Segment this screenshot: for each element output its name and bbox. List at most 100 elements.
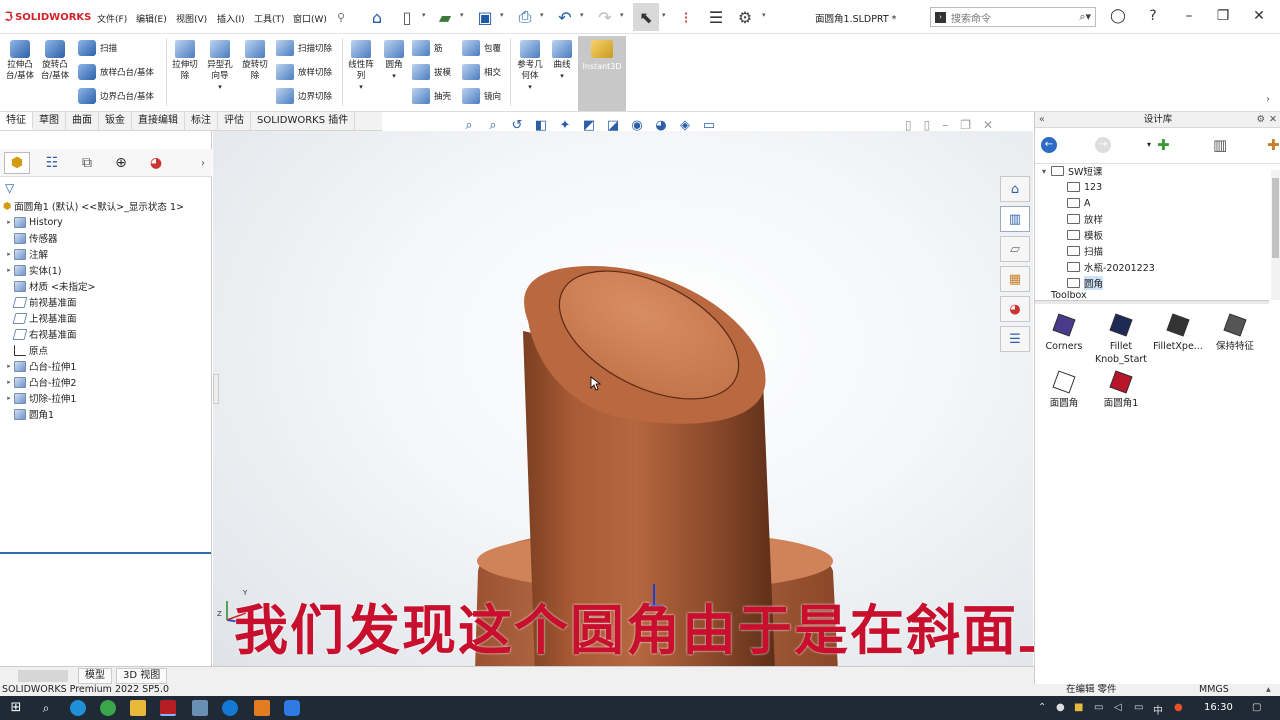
input-method-indicator[interactable]: 中 (1153, 702, 1163, 717)
previous-view-icon[interactable]: ↺ (508, 118, 526, 134)
library-folder[interactable]: 扫描 (1067, 243, 1103, 259)
pane-options-icon[interactable]: ⚙ (1256, 112, 1265, 127)
select-dropdown-icon[interactable]: ▾ (662, 11, 666, 19)
add-to-library-icon[interactable]: ✚ (1157, 136, 1170, 154)
back-icon[interactable]: ← (1041, 137, 1057, 153)
menu-edit[interactable]: 编辑(E) (136, 12, 167, 25)
select-icon[interactable]: ⬉ (633, 3, 659, 31)
collapse-pane-icon[interactable]: « (1039, 112, 1045, 127)
doc-minimize-icon[interactable]: – (942, 118, 948, 132)
tab-3d-views[interactable]: 3D 视图 (116, 667, 168, 684)
expand-arrow-icon[interactable]: ▸ (4, 394, 14, 402)
library-scrollbar[interactable] (1271, 170, 1280, 300)
tree-root-part[interactable]: ⬢ 面圆角1 (默认) <<默认>_显示状态 1> (3, 198, 184, 214)
linear-pattern-dropdown-icon[interactable]: ▾ (359, 82, 363, 93)
tab-model[interactable]: 模型 (78, 667, 112, 684)
tray-overflow-icon[interactable]: ⌃ (1038, 702, 1046, 713)
redo-icon[interactable]: ↷ (594, 6, 616, 28)
curves-dropdown-icon[interactable]: ▾ (560, 71, 564, 82)
zoom-to-area-icon[interactable]: ⌕ (484, 118, 502, 134)
fillet-button[interactable]: 圆角 ▾ (380, 40, 408, 82)
extruded-cut-button[interactable]: 拉伸切除 (170, 40, 200, 82)
apply-scene-icon[interactable]: ◈ (676, 118, 694, 134)
library-folder[interactable]: 放样 (1067, 211, 1103, 227)
configuration-manager-tab-icon[interactable]: ⧉ (74, 152, 100, 174)
notification-icon[interactable]: ▢ (1252, 702, 1261, 713)
menu-view[interactable]: 视图(V) (176, 12, 207, 25)
start-icon[interactable]: ⊞ (8, 700, 24, 716)
tree-item[interactable]: 原点 (4, 342, 48, 358)
unit-system[interactable]: MMGS (1199, 684, 1229, 696)
file-properties-icon[interactable]: ☰ (705, 6, 727, 28)
instant3d-button[interactable]: Instant3D (578, 36, 626, 111)
library-splitter[interactable] (1035, 300, 1269, 304)
revolve-boss-button[interactable]: 旋转凸台/基体 (38, 40, 72, 82)
volume-icon[interactable]: ◁ (1114, 702, 1122, 713)
help-icon[interactable]: ? (1142, 8, 1164, 24)
tab-addins[interactable]: SOLIDWORKS 插件 (251, 112, 356, 130)
tree-item[interactable]: ▸ 实体(1) (4, 262, 61, 278)
curves-button[interactable]: 曲线 ▾ (550, 40, 574, 82)
menu-window[interactable]: 窗口(W) (293, 12, 327, 25)
library-folder[interactable]: A (1067, 195, 1091, 211)
tree-item[interactable]: ▸ 凸台-拉伸1 (4, 358, 76, 374)
print-icon[interactable]: ⎙ (514, 6, 536, 28)
library-item[interactable]: Fillet Knob_Start (1090, 313, 1152, 366)
file-explorer-icon[interactable]: ▱ (1000, 236, 1030, 262)
tree-item[interactable]: ▸ 注解 (4, 246, 48, 262)
tree-item[interactable]: ▸ 切除-拉伸1 (4, 390, 76, 406)
boss-extrude-button[interactable]: 拉伸凸台/基体 (4, 40, 36, 82)
tray-shield-icon[interactable]: ■ (1074, 702, 1083, 713)
hole-wizard-button[interactable]: 异型孔向导 ▾ (204, 40, 236, 93)
edge-icon[interactable] (70, 700, 86, 716)
library-item[interactable]: FilletXpe... (1147, 313, 1209, 353)
tile-right-icon[interactable]: ▯ (924, 118, 931, 132)
filter-icon[interactable]: ▽ (5, 181, 14, 195)
search-commands-field[interactable]: › 搜索命令 ⌕▾ (930, 7, 1096, 27)
loft-boss-button[interactable]: 放样凸台/基体 (78, 64, 154, 80)
tree-item[interactable]: 圆角1 (4, 406, 54, 422)
expand-arrow-icon[interactable]: ▸ (4, 266, 14, 274)
solidworks-taskbar-icon[interactable] (160, 700, 176, 716)
expand-arrow-icon[interactable]: ▸ (4, 378, 14, 386)
boundary-boss-button[interactable]: 边界凸台/基体 (78, 88, 154, 104)
view-settings-icon[interactable]: ▭ (700, 118, 718, 134)
display-manager-tab-icon[interactable]: ◕ (143, 152, 169, 174)
ime-icon[interactable]: ● (1174, 702, 1183, 713)
tree-item[interactable]: 上视基准面 (4, 310, 77, 326)
view-palette-icon[interactable]: ▦ (1000, 266, 1030, 292)
draft-button[interactable]: 拔模 (412, 64, 451, 80)
rollback-bar[interactable] (0, 552, 211, 554)
tree-item[interactable]: ▸ History (4, 214, 63, 230)
messenger-taskbar-icon[interactable] (284, 700, 300, 716)
intersect-button[interactable]: 相交 (462, 64, 501, 80)
app-taskbar-icon[interactable] (192, 700, 208, 716)
tray-app-icon[interactable]: ● (1056, 702, 1065, 713)
tree-item[interactable]: 传感器 (4, 230, 58, 246)
taskbar-search-icon[interactable]: ⌕ (38, 700, 54, 716)
save-icon[interactable]: ▣ (474, 6, 496, 28)
revolved-cut-button[interactable]: 旋转切除 (239, 40, 271, 82)
scrollbar-thumb[interactable] (1272, 178, 1279, 258)
close-icon[interactable]: ✕ (1248, 8, 1270, 24)
open-icon[interactable]: ▰ (434, 6, 456, 28)
edit-appearance-icon[interactable]: ◕ (652, 118, 670, 134)
tile-left-icon[interactable]: ▯ (905, 118, 912, 132)
new-icon[interactable]: ▯ (396, 6, 418, 28)
add-file-location-icon[interactable]: ▥ (1213, 136, 1227, 154)
undo-dropdown-icon[interactable]: ▾ (580, 11, 584, 19)
pin-icon[interactable]: ⚲ (330, 6, 352, 28)
appearances-icon[interactable]: ◕ (1000, 296, 1030, 322)
swept-cut-button[interactable]: 扫描切除 (276, 40, 332, 56)
reference-geometry-dropdown-icon[interactable]: ▾ (528, 82, 532, 93)
library-item[interactable]: 面圆角 (1033, 370, 1095, 410)
expand-arrow-icon[interactable]: ▸ (4, 250, 14, 258)
browser-taskbar-icon[interactable] (222, 700, 238, 716)
design-library-icon[interactable]: ▥ (1000, 206, 1030, 232)
tab-surfaces[interactable]: 曲面 (66, 112, 99, 130)
doc-restore-icon[interactable]: ❐ (960, 118, 971, 132)
forward-icon[interactable]: → (1095, 137, 1111, 153)
solidworks-logo[interactable]: ℑ SOLIDWORKS (4, 10, 91, 25)
tab-markup[interactable]: 标注 (185, 112, 218, 130)
tab-sheet-metal[interactable]: 钣金 (99, 112, 132, 130)
